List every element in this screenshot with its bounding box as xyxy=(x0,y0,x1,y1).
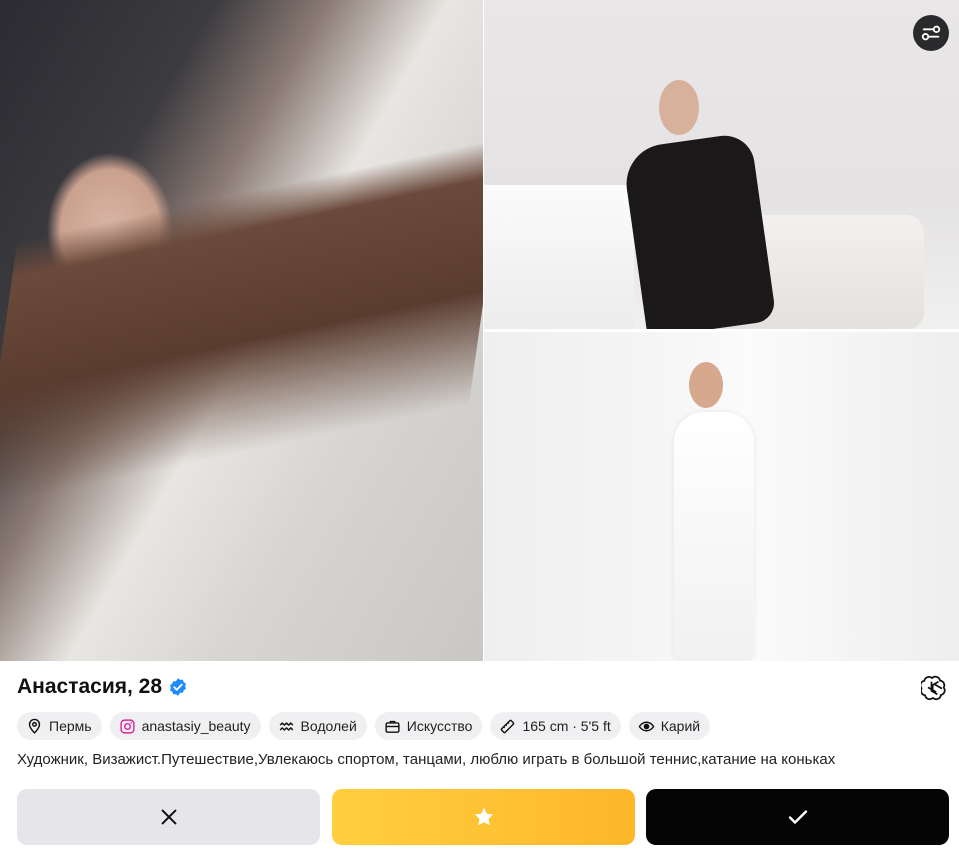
secondary-photo-top[interactable] xyxy=(484,0,959,329)
chip-zodiac: Водолей xyxy=(268,712,367,740)
chip-label: Пермь xyxy=(49,718,92,734)
chip-label: Карий xyxy=(660,718,701,734)
chip-label: Искусство xyxy=(406,718,473,734)
profile-bio: Художник, Визажист.Путешествие,Увлекаюсь… xyxy=(17,751,836,768)
location-pin-icon xyxy=(28,718,41,734)
profile-info: Анастасия, 28 Пермь anastasiy_beauty Вод… xyxy=(0,661,959,851)
sliders-icon xyxy=(921,25,941,41)
chip-label: anastasiy_beauty xyxy=(141,718,251,734)
chip-eye-color: Карий xyxy=(628,712,711,740)
chip-label: Водолей xyxy=(300,718,357,734)
eye-icon xyxy=(638,721,655,731)
close-icon xyxy=(161,809,176,825)
profile-header: Анастасия, 28 xyxy=(17,675,188,699)
superlike-button[interactable] xyxy=(332,789,635,845)
photo-content xyxy=(689,362,723,408)
verified-badge-icon xyxy=(170,678,186,696)
profile-name-age: Анастасия, 28 xyxy=(17,675,163,698)
zodiac-aquarius-icon xyxy=(279,721,293,731)
filter-settings-button[interactable] xyxy=(913,15,949,51)
main-photo[interactable] xyxy=(0,0,483,661)
profile-chips: Пермь anastasiy_beauty Водолей Искусство… xyxy=(17,712,711,740)
action-buttons xyxy=(17,789,949,845)
ruler-icon xyxy=(501,719,515,733)
chip-instagram[interactable]: anastasiy_beauty xyxy=(109,712,261,740)
photo-content xyxy=(484,185,634,329)
like-button[interactable] xyxy=(646,789,949,845)
chip-location: Пермь xyxy=(17,712,102,740)
chip-height: 165 cm · 5'5 ft xyxy=(490,712,621,740)
photo-content xyxy=(0,50,483,661)
photo-content xyxy=(621,131,777,329)
star-icon xyxy=(474,807,493,826)
dislike-button[interactable] xyxy=(17,789,320,845)
secondary-photo-bottom[interactable] xyxy=(484,332,959,661)
briefcase-icon xyxy=(385,720,400,733)
instagram-icon xyxy=(119,718,135,734)
ai-assistant-icon[interactable] xyxy=(921,674,949,702)
chip-label: 165 cm · 5'5 ft xyxy=(522,718,611,734)
photo-content xyxy=(659,80,699,135)
check-icon xyxy=(788,810,807,824)
chip-occupation: Искусство xyxy=(374,712,483,740)
photo-content xyxy=(674,412,754,661)
photo-gallery xyxy=(0,0,959,661)
